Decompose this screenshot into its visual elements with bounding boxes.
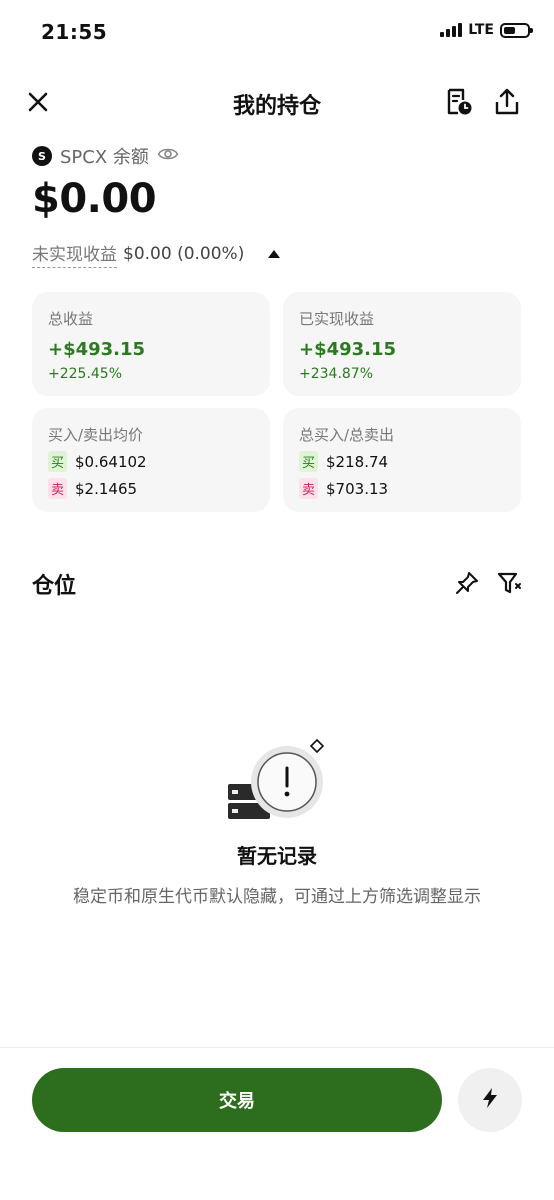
card-value: +$493.15 [48, 339, 146, 360]
card-label: 总买入/总卖出 [299, 426, 395, 444]
asset-row: S SPCX 余额 [32, 143, 179, 169]
coin-logo: S [32, 146, 52, 166]
unrealized-value: $0.00 (0.00%) [123, 244, 245, 264]
eye-icon[interactable] [157, 146, 179, 167]
totals-card: 总买入/总卖出 买 $218.74 卖 $703.13 [283, 408, 521, 512]
lightning-icon [480, 1087, 500, 1113]
buy-value: $0.64102 [75, 452, 147, 471]
card-percent: +234.87% [299, 366, 374, 382]
share-icon[interactable] [492, 86, 522, 118]
header: 我的持仓 [0, 78, 554, 126]
sell-line: 卖 $2.1465 [48, 478, 254, 499]
card-label: 总收益 [48, 310, 94, 328]
balance-amount: $0.00 [32, 176, 157, 222]
sell-tag: 卖 [48, 478, 68, 499]
card-percent: +225.45% [48, 366, 123, 382]
empty-state-description: 稳定币和原生代币默认隐藏，可通过上方筛选调整显示 [73, 887, 481, 907]
total-pnl-card: 总收益 +$493.15 +225.45% [32, 292, 270, 396]
sell-value: $703.13 [326, 479, 389, 498]
status-time: 21:55 [41, 20, 108, 44]
realized-pnl-card: 已实现收益 +$493.15 +234.87% [283, 292, 521, 396]
buy-value: $218.74 [326, 452, 389, 471]
card-value: +$493.15 [299, 339, 397, 360]
buy-tag: 买 [48, 451, 68, 472]
filter-icon[interactable] [496, 570, 522, 596]
sell-tag: 卖 [299, 478, 319, 499]
empty-state-illustration [224, 736, 334, 826]
history-icon[interactable] [444, 86, 474, 118]
empty-state-title: 暂无记录 [237, 844, 317, 868]
battery-level [504, 26, 515, 34]
sell-value: $2.1465 [75, 479, 138, 498]
caret-up-icon[interactable] [268, 250, 281, 258]
buy-line: 买 $0.64102 [48, 451, 254, 472]
card-label: 买入/卖出均价 [48, 426, 144, 444]
buy-line: 买 $218.74 [299, 451, 505, 472]
bottom-divider [0, 1047, 554, 1048]
signal-icon [440, 23, 463, 37]
quick-trade-button[interactable] [458, 1068, 522, 1132]
asset-label: SPCX 余额 [60, 147, 149, 168]
positions-title: 仓位 [32, 574, 77, 599]
trade-button[interactable]: 交易 [32, 1068, 442, 1132]
network-label: LTE [468, 22, 494, 38]
buy-tag: 买 [299, 451, 319, 472]
unrealized-label[interactable]: 未实现收益 [32, 240, 117, 268]
battery-icon [500, 22, 533, 38]
status-indicators: LTE [440, 22, 533, 38]
unrealized-row[interactable]: 未实现收益 $0.00 (0.00%) [32, 240, 281, 268]
status-bar: 21:55 LTE [0, 0, 554, 64]
card-label: 已实现收益 [299, 310, 375, 328]
avg-price-card: 买入/卖出均价 买 $0.64102 卖 $2.1465 [32, 408, 270, 512]
sell-line: 卖 $703.13 [299, 478, 505, 499]
pin-icon[interactable] [454, 570, 480, 596]
